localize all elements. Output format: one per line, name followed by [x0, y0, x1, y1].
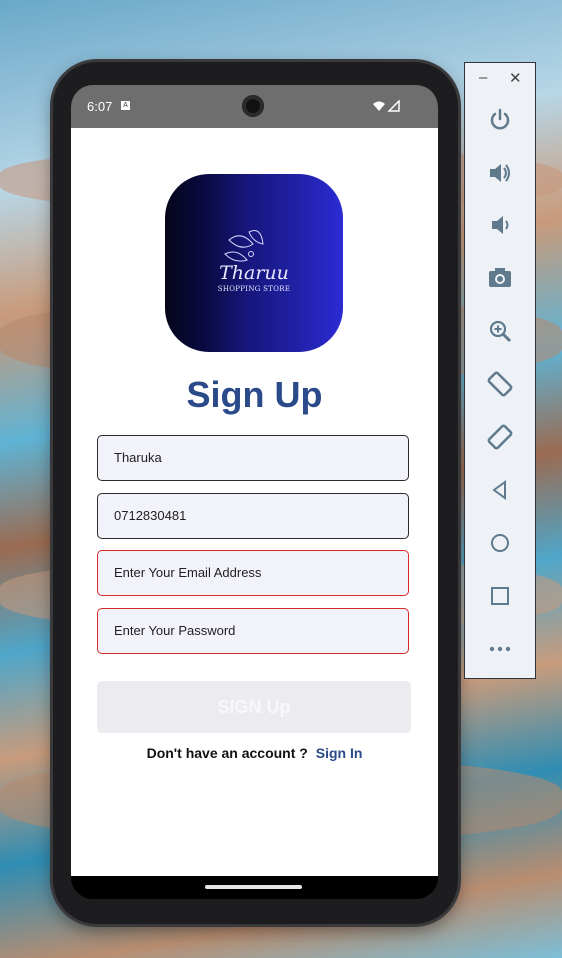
- rotate-left-button[interactable]: [465, 369, 535, 399]
- volume-down-button[interactable]: [465, 210, 535, 240]
- name-field[interactable]: Tharuka: [97, 435, 409, 481]
- email-field[interactable]: Enter Your Email Address: [97, 550, 409, 596]
- rotate-right-icon: [487, 424, 513, 450]
- overview-button[interactable]: [465, 581, 535, 611]
- navigation-bar: [71, 876, 438, 899]
- store-logo: Tharuu SHOPPING STORE: [165, 174, 343, 352]
- status-time: 6:07: [87, 99, 113, 114]
- minimize-button[interactable]: –: [479, 69, 487, 86]
- logo-subtitle: SHOPPING STORE: [217, 285, 291, 293]
- volume-down-icon: [492, 216, 509, 234]
- volume-up-button[interactable]: [465, 158, 535, 188]
- signin-prompt: Don't have an account ? Sign In: [71, 745, 438, 761]
- signup-button[interactable]: SIGN Up: [97, 681, 411, 733]
- signin-link[interactable]: Sign In: [316, 745, 363, 761]
- close-button[interactable]: ✕: [509, 69, 522, 87]
- front-camera: [242, 95, 264, 117]
- phone-screen: 6:07 A Tharuu SHOPPING STORE Sign Up Tha…: [71, 85, 438, 899]
- screenshot-button[interactable]: [465, 262, 535, 292]
- home-button[interactable]: [465, 528, 535, 558]
- home-icon: [491, 534, 509, 552]
- home-gesture-handle[interactable]: [205, 885, 302, 889]
- more-button[interactable]: [465, 634, 535, 664]
- page-title: Sign Up: [186, 374, 323, 415]
- notification-icon: A: [121, 101, 130, 110]
- wifi-icon: [373, 99, 400, 112]
- power-button[interactable]: [465, 105, 535, 135]
- zoom-button[interactable]: [465, 316, 535, 346]
- more-icon: [489, 646, 511, 652]
- status-bar: 6:07 A: [71, 85, 438, 128]
- rotate-left-icon: [487, 371, 513, 397]
- signin-question: Don't have an account ?: [146, 745, 308, 761]
- overview-icon: [491, 587, 509, 605]
- power-icon: [490, 108, 510, 130]
- logo-title: Tharuu: [219, 262, 289, 284]
- status-icons: [372, 99, 400, 117]
- rotate-right-button[interactable]: [465, 422, 535, 452]
- back-button[interactable]: [465, 475, 535, 505]
- signup-screen: Tharuu SHOPPING STORE Sign Up Tharuka 07…: [71, 128, 438, 876]
- phone-field[interactable]: 0712830481: [97, 493, 409, 539]
- back-icon: [492, 480, 506, 500]
- volume-up-icon: [490, 164, 510, 182]
- password-field[interactable]: Enter Your Password: [97, 608, 409, 654]
- camera-icon: [489, 268, 511, 287]
- zoom-in-icon: [489, 320, 512, 343]
- emulator-toolbar: – ✕: [464, 62, 536, 679]
